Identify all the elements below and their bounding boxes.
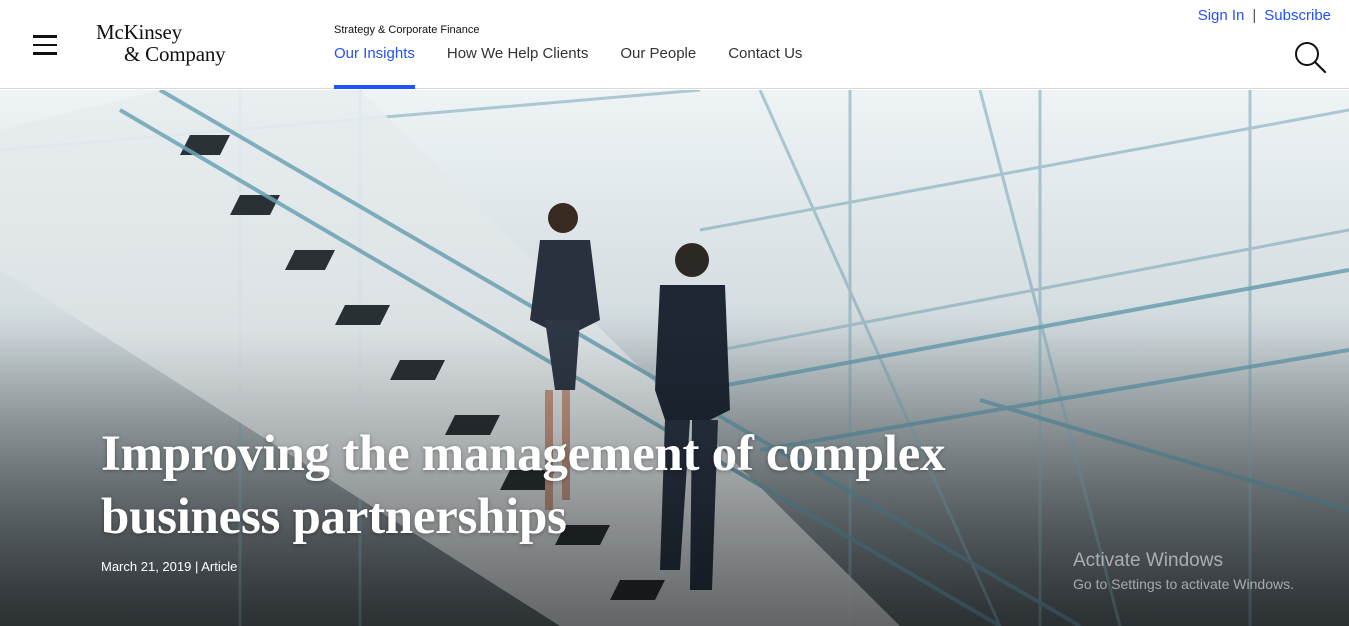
account-links: Sign In | Subscribe bbox=[1198, 7, 1331, 24]
logo-line1: McKinsey bbox=[96, 20, 182, 44]
nav-how-we-help-clients[interactable]: How We Help Clients bbox=[447, 45, 588, 89]
hero-banner: Improving the management of complex busi… bbox=[0, 90, 1349, 626]
nav-our-people[interactable]: Our People bbox=[620, 45, 696, 89]
logo[interactable]: McKinsey & Company bbox=[96, 20, 226, 66]
title-line2: business partnerships bbox=[101, 489, 567, 545]
menu-icon[interactable] bbox=[33, 35, 57, 55]
section-label[interactable]: Strategy & Corporate Finance bbox=[334, 24, 480, 36]
main-nav: Our Insights How We Help Clients Our Peo… bbox=[334, 45, 834, 89]
watermark-line1: Activate Windows bbox=[1073, 550, 1223, 571]
title-line1: Improving the management of complex bbox=[101, 426, 946, 482]
subscribe-link[interactable]: Subscribe bbox=[1264, 7, 1331, 24]
search-icon[interactable] bbox=[1293, 40, 1327, 74]
nav-contact-us[interactable]: Contact Us bbox=[728, 45, 802, 89]
watermark-line2: Go to Settings to activate Windows. bbox=[1073, 576, 1294, 592]
link-separator: | bbox=[1252, 7, 1257, 24]
article-meta: March 21, 2019 | Article bbox=[101, 559, 238, 574]
sign-in-link[interactable]: Sign In bbox=[1198, 7, 1245, 24]
article-title: Improving the management of complex busi… bbox=[101, 423, 1061, 549]
site-header: McKinsey & Company Strategy & Corporate … bbox=[0, 0, 1349, 89]
windows-activation-watermark: Activate Windows Go to Settings to activ… bbox=[1073, 550, 1294, 592]
logo-line2: & Company bbox=[124, 42, 226, 66]
nav-our-insights[interactable]: Our Insights bbox=[334, 45, 415, 89]
